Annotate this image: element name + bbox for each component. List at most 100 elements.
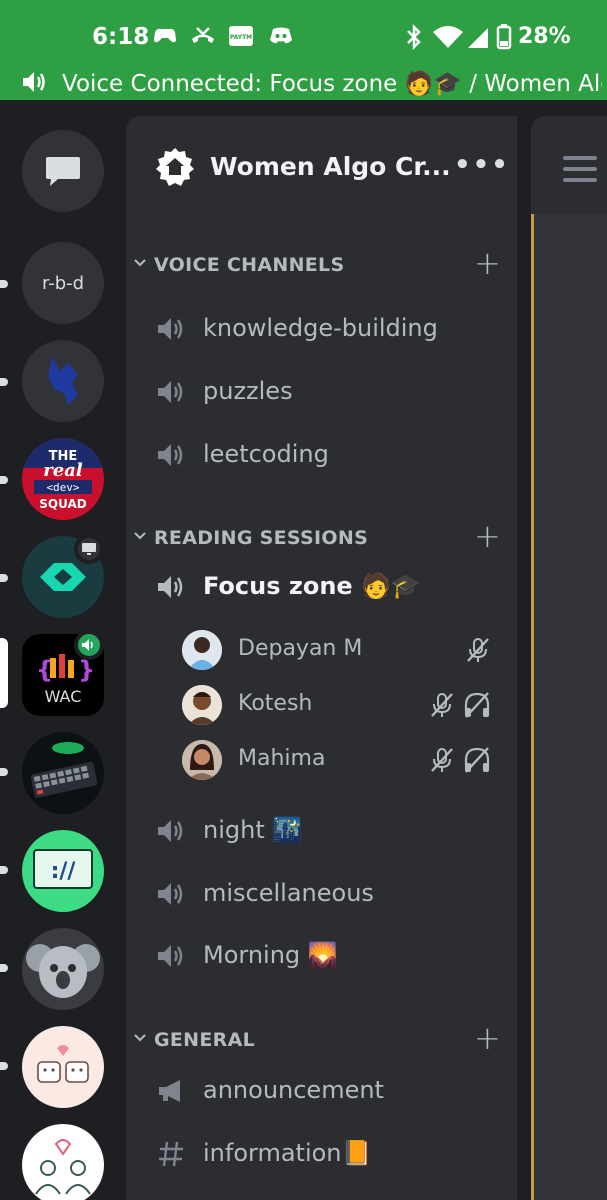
cute-cats-icon (37, 1045, 89, 1083)
member-name: Depayan M (238, 636, 363, 661)
real-dev-squad-logo-icon: THE real <dev> SQUAD (22, 438, 104, 511)
mic-muted-icon (428, 746, 456, 774)
category-reading-sessions[interactable]: READING SESSIONS + (126, 517, 517, 557)
guild-header[interactable]: Women Algo Cr... ••• (126, 116, 517, 216)
server-couple[interactable] (22, 1124, 104, 1200)
avatar (182, 630, 222, 670)
discord-icon (268, 24, 294, 50)
monitor-icon (82, 543, 96, 555)
category-label: READING SESSIONS (154, 527, 369, 549)
server-rail: r-b-d THE real <dev> SQUAD { } WAC:// (0, 100, 126, 1200)
channel-announcement[interactable]: announcement (126, 1066, 517, 1116)
hamburger-menu-icon[interactable] (563, 156, 597, 189)
channel-label: knowledge-building (203, 314, 438, 342)
mic-muted-icon (428, 691, 456, 719)
unread-pill (0, 378, 8, 386)
chat-peek[interactable] (517, 100, 607, 1200)
channel-knowledge-building[interactable]: knowledge-building (126, 304, 517, 354)
koala-icon (26, 944, 100, 998)
unread-pill (0, 866, 8, 874)
channel-label: Focus zone 🧑🎓 (203, 572, 421, 600)
channel-puzzles[interactable]: puzzles (126, 367, 517, 417)
voice-banner-text: Voice Connected: Focus zone 🧑🎓 / Women A… (62, 71, 602, 97)
add-channel-button[interactable]: + (474, 244, 501, 282)
category-label: GENERAL (154, 1029, 255, 1051)
server-cute-cats[interactable] (22, 1026, 104, 1108)
avatar (182, 740, 222, 780)
svg-text:real: real (43, 460, 83, 481)
channel-miscellaneous[interactable]: miscellaneous (126, 869, 517, 919)
keyboard-image-icon (22, 732, 104, 814)
voice-active-badge (74, 630, 104, 660)
channel-label: information📙 (203, 1139, 372, 1167)
category-general[interactable]: GENERAL + (126, 1019, 517, 1059)
category-label: VOICE CHANNELS (154, 254, 345, 276)
channel-night[interactable]: night 🌃 (126, 806, 517, 856)
unread-pill (0, 1062, 8, 1070)
speaker-icon (82, 639, 93, 651)
speaker-icon (156, 377, 186, 407)
channel-panel: Women Algo Cr... ••• VOICE CHANNELS + kn… (126, 116, 517, 1200)
chat-bubble-icon (46, 157, 80, 186)
voice-member-mahima[interactable]: Mahima (126, 738, 517, 784)
voice-connected-banner[interactable]: Voice Connected: Focus zone 🧑🎓 / Women A… (0, 66, 607, 100)
status-bar: 6:18 PAYTM 28% Voice Connected: Focus zo… (0, 0, 607, 100)
green-logo-icon: :// (33, 849, 93, 889)
direct-messages-button[interactable] (22, 130, 104, 212)
member-name: Mahima (238, 746, 326, 771)
unread-pill (0, 476, 8, 484)
channel-label: leetcoding (203, 440, 329, 468)
server-r-b-d[interactable]: r-b-d (22, 242, 104, 324)
add-channel-button[interactable]: + (474, 1019, 501, 1057)
channel-label: miscellaneous (203, 879, 374, 907)
channel-focus-zone[interactable]: Focus zone 🧑🎓 (126, 562, 517, 612)
server-keyboard[interactable] (22, 732, 104, 814)
wifi-icon (432, 24, 464, 50)
unread-pill (0, 280, 8, 288)
svg-text:<dev>: <dev> (46, 481, 79, 494)
unread-pill (0, 964, 8, 972)
category-voice-channels[interactable]: VOICE CHANNELS + (126, 244, 517, 284)
channel-label: night 🌃 (203, 816, 303, 844)
channel-leetcoding[interactable]: leetcoding (126, 430, 517, 480)
chat-area (531, 214, 607, 1200)
svg-text:}: } (78, 656, 95, 684)
speaker-icon (156, 816, 186, 846)
chevron-down-icon (134, 256, 146, 272)
voice-member-kotesh[interactable]: Kotesh (126, 683, 517, 729)
guild-name: Women Algo Cr... (210, 152, 451, 181)
guild-options-button[interactable]: ••• (454, 150, 510, 180)
svg-text:PAYTM: PAYTM (230, 34, 252, 41)
unread-pill (0, 768, 8, 776)
channel-label: puzzles (203, 377, 293, 405)
server-r-b-d-label: r-b-d (41, 272, 85, 294)
screen-share-badge (74, 534, 104, 564)
server-the-real-dev-squad[interactable]: THE real <dev> SQUAD (22, 438, 104, 520)
speaker-icon (156, 941, 186, 971)
svg-text:SQUAD: SQUAD (39, 497, 87, 511)
server-home-icon (154, 146, 196, 192)
server-wac-label: WAC (45, 687, 82, 706)
voice-member-depayan[interactable]: Depayan M (126, 628, 517, 674)
channel-label: Morning 🌄 (203, 941, 338, 969)
game-controller-icon (152, 24, 178, 50)
chevron-down-icon (134, 529, 146, 545)
unread-pill (0, 574, 8, 582)
megaphone-icon (156, 1076, 186, 1106)
server-fox[interactable] (22, 340, 104, 422)
signal-icon (466, 24, 490, 50)
speaker-icon (156, 314, 186, 344)
speaker-icon (156, 572, 186, 602)
clock: 6:18 (92, 24, 150, 50)
missed-call-icon (190, 24, 216, 50)
channel-information[interactable]: information📙 (126, 1129, 517, 1179)
bluetooth-icon (404, 23, 424, 51)
channel-morning[interactable]: Morning 🌄 (126, 931, 517, 981)
chevron-down-icon (134, 1031, 146, 1047)
server-koala[interactable] (22, 928, 104, 1010)
speaker-icon (20, 68, 48, 94)
fox-logo-icon (48, 357, 78, 405)
server-green[interactable]: :// (22, 830, 104, 912)
mic-muted-icon (464, 636, 492, 664)
add-channel-button[interactable]: + (474, 517, 501, 555)
